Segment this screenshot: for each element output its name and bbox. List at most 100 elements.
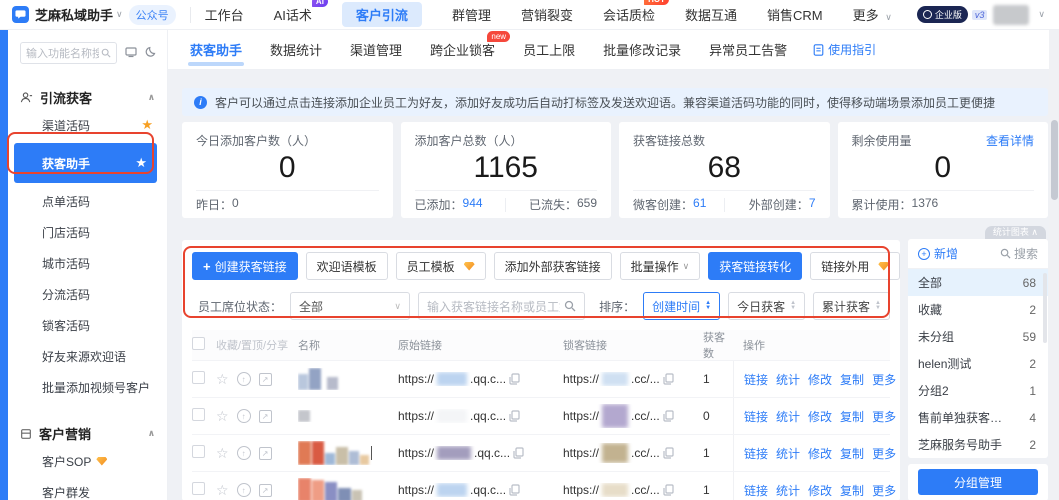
star-icon[interactable]: ☆ xyxy=(216,408,229,425)
group-item-helen-test[interactable]: helen测试2 xyxy=(908,350,1048,377)
nav-item-workbench[interactable]: 工作台 xyxy=(205,2,244,27)
add-group-button[interactable]: +新增 xyxy=(918,245,958,262)
nav-item-sales-crm[interactable]: 销售CRM xyxy=(767,2,823,27)
action-copy[interactable]: 复制 xyxy=(840,445,864,462)
user-chevron-down-icon[interactable]: ∨ xyxy=(1038,9,1045,20)
tab-channel-management[interactable]: 渠道管理 xyxy=(348,30,404,69)
action-stats[interactable]: 统计 xyxy=(776,445,800,462)
row-checkbox[interactable] xyxy=(192,445,205,458)
staff-template-button[interactable]: 员工模板 xyxy=(396,252,486,280)
favorite-star-icon[interactable]: ★ xyxy=(135,155,147,171)
copy-icon[interactable] xyxy=(509,410,520,422)
scrollbar-thumb[interactable] xyxy=(1051,120,1058,200)
share-icon[interactable]: ↗ xyxy=(259,410,272,423)
tab-acquisition-assistant[interactable]: 获客助手 xyxy=(188,30,244,69)
select-all-checkbox[interactable] xyxy=(192,337,205,350)
link-search-input[interactable]: 输入获客链接名称或员工姓名进行查询 xyxy=(418,292,585,320)
share-icon[interactable]: ↗ xyxy=(259,373,272,386)
nav-item-data-interchange[interactable]: 数据互通 xyxy=(685,2,737,27)
group-item-all[interactable]: 全部68 xyxy=(908,269,1048,296)
nav-item-customer-acquisition[interactable]: 客户引流 xyxy=(342,2,422,27)
action-more[interactable]: 更多 xyxy=(872,371,896,388)
link-conversion-button[interactable]: 获客链接转化 xyxy=(708,252,802,280)
welcome-template-button[interactable]: 欢迎语模板 xyxy=(306,252,388,280)
collapse-chevron-up-icon[interactable]: ∧ xyxy=(148,92,155,103)
sidebar-item-split-code[interactable]: 分流活码 xyxy=(8,281,167,307)
group-item-service-assistant[interactable]: 芝麻服务号助手2 xyxy=(908,431,1048,458)
action-link[interactable]: 链接 xyxy=(744,371,768,388)
pin-top-icon[interactable]: ↑ xyxy=(237,446,251,460)
action-link[interactable]: 链接 xyxy=(744,445,768,462)
create-link-button[interactable]: +创建获客链接 xyxy=(192,252,298,280)
pin-top-icon[interactable]: ↑ xyxy=(237,372,251,386)
group-item-presales[interactable]: 售前单独获客链...4 xyxy=(908,404,1048,431)
group-manage-button[interactable]: 分组管理 xyxy=(918,469,1038,495)
group-item-ungrouped[interactable]: 未分组59 xyxy=(908,323,1048,350)
tab-abnormal-staff-alert[interactable]: 异常员工告警 xyxy=(707,30,789,69)
feedback-icon[interactable] xyxy=(125,46,137,60)
nav-item-ai-script[interactable]: AI话术AI xyxy=(274,2,312,27)
action-more[interactable]: 更多 xyxy=(872,445,896,462)
star-icon[interactable]: ☆ xyxy=(216,482,229,499)
seat-status-select[interactable]: 全部∨ xyxy=(290,292,410,320)
sidebar-item-store-code[interactable]: 门店活码 xyxy=(8,219,167,245)
pin-top-icon[interactable]: ↑ xyxy=(237,409,251,423)
action-link[interactable]: 链接 xyxy=(744,408,768,425)
sidebar-item-lock-code[interactable]: 锁客活码 xyxy=(8,312,167,338)
chart-collapse-tab[interactable]: 统计图表 ∧ xyxy=(985,226,1046,239)
sidebar-item-order-code[interactable]: 点单活码 xyxy=(8,188,167,214)
favorite-star-icon[interactable]: ★ xyxy=(141,117,153,133)
user-avatar[interactable] xyxy=(993,5,1029,25)
action-link[interactable]: 链接 xyxy=(744,482,768,499)
copy-icon[interactable] xyxy=(663,447,674,459)
nav-item-more[interactable]: 更多 ∨ xyxy=(853,2,896,27)
action-copy[interactable]: 复制 xyxy=(840,482,864,499)
tab-cross-company-lock[interactable]: 跨企业锁客new xyxy=(428,30,497,69)
sidebar-item-channel-code[interactable]: 渠道活码★ xyxy=(8,112,167,138)
copy-icon[interactable] xyxy=(509,373,520,385)
action-modify[interactable]: 修改 xyxy=(808,408,832,425)
copy-icon[interactable] xyxy=(513,447,524,459)
sidebar-item-acquisition-assistant[interactable]: 获客助手★ xyxy=(14,143,157,183)
pin-top-icon[interactable]: ↑ xyxy=(237,483,251,497)
nav-item-group-management[interactable]: 群管理 xyxy=(452,2,491,27)
group-search-button[interactable]: 搜索 xyxy=(1000,245,1038,262)
share-icon[interactable]: ↗ xyxy=(259,484,272,497)
action-modify[interactable]: 修改 xyxy=(808,371,832,388)
copy-icon[interactable] xyxy=(509,484,520,496)
tab-data-statistics[interactable]: 数据统计 xyxy=(268,30,324,69)
row-checkbox[interactable] xyxy=(192,408,205,421)
action-stats[interactable]: 统计 xyxy=(776,408,800,425)
brand-chevron-down-icon[interactable]: ∨ xyxy=(116,9,123,20)
sidebar-search-input[interactable]: 输入功能名称搜索 xyxy=(20,42,117,64)
nav-item-chat-inspection[interactable]: 会话质检HOT xyxy=(603,2,655,27)
sidebar-item-customer-broadcast[interactable]: 客户群发 xyxy=(8,479,167,500)
action-modify[interactable]: 修改 xyxy=(808,482,832,499)
tab-batch-modify-record[interactable]: 批量修改记录 xyxy=(601,30,683,69)
action-stats[interactable]: 统计 xyxy=(776,371,800,388)
action-copy[interactable]: 复制 xyxy=(840,371,864,388)
sidebar-item-city-code[interactable]: 城市活码 xyxy=(8,250,167,276)
account-type-link[interactable]: 公众号 xyxy=(129,5,176,25)
star-icon[interactable]: ☆ xyxy=(216,371,229,388)
sidebar-item-batch-video-customers[interactable]: 批量添加视频号客户 xyxy=(8,374,167,400)
link-external-button[interactable]: 链接外用 xyxy=(810,252,900,280)
copy-icon[interactable] xyxy=(663,373,674,385)
group-item-group2[interactable]: 分组21 xyxy=(908,377,1048,404)
sort-by-today[interactable]: 今日获客▲▼ xyxy=(728,292,805,320)
action-stats[interactable]: 统计 xyxy=(776,482,800,499)
usage-guide-link[interactable]: 使用指引 xyxy=(813,41,876,58)
collapse-chevron-up-icon[interactable]: ∧ xyxy=(148,428,155,439)
action-more[interactable]: 更多 xyxy=(872,408,896,425)
sidebar-item-friend-source-welcome[interactable]: 好友来源欢迎语 xyxy=(8,343,167,369)
share-icon[interactable]: ↗ xyxy=(259,447,272,460)
action-copy[interactable]: 复制 xyxy=(840,408,864,425)
card-footer-value[interactable]: 61 xyxy=(693,196,706,213)
copy-icon[interactable] xyxy=(663,410,674,422)
tab-staff-limit[interactable]: 员工上限 xyxy=(521,30,577,69)
card-footer-value[interactable]: 7 xyxy=(809,196,816,213)
add-external-link-button[interactable]: 添加外部获客链接 xyxy=(494,252,612,280)
view-details-link[interactable]: 查看详情 xyxy=(986,132,1034,149)
sidebar-item-customer-sop[interactable]: 客户SOP xyxy=(8,448,167,474)
group-item-favorites[interactable]: 收藏2 xyxy=(908,296,1048,323)
